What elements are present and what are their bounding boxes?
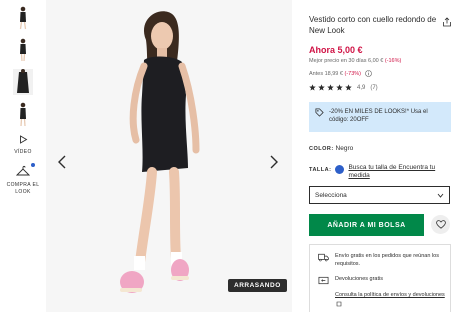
- model-thumbnail-icon: [20, 102, 26, 127]
- model-thumbnail-icon: [13, 69, 33, 95]
- chevron-right-icon: [270, 155, 278, 169]
- best-price-text: Mejor precio en 30 días 6,00 €: [309, 58, 385, 64]
- color-value: Negro: [335, 145, 354, 152]
- original-price-discount: (-73%): [344, 70, 361, 77]
- rating-value: 4,9: [357, 84, 366, 91]
- original-price-text: Antes 18,99 €: [309, 70, 345, 77]
- product-info-panel: Vestido corto con cuello redondo de New …: [309, 0, 475, 312]
- shipping-policy-text: Consulta la política de envíos y devoluc…: [335, 292, 445, 298]
- add-to-bag-button[interactable]: AÑADIR A MI BOLSA: [309, 214, 424, 236]
- model-thumbnail-icon: [20, 38, 26, 62]
- rating-summary[interactable]: 4,9 (7): [309, 84, 378, 91]
- chevron-down-icon: [437, 193, 444, 198]
- thumbnail-column: VÍDEO COMPRA EL LOOK: [0, 0, 44, 312]
- free-shipping-row: Envío gratis en los pedidos que reúnan l…: [318, 253, 443, 268]
- shipping-policy-link[interactable]: Consulta la política de envíos y devoluc…: [335, 291, 447, 309]
- thumbnail-4[interactable]: [10, 100, 36, 128]
- star-icon: [336, 84, 343, 91]
- truck-icon: [318, 253, 329, 262]
- heart-icon: [435, 220, 446, 229]
- current-price: Ahora 5,00 €: [309, 45, 363, 55]
- free-returns-text: Devoluciones gratis: [335, 276, 383, 282]
- best-price-discount: (-16%): [384, 58, 402, 64]
- share-icon: [443, 17, 451, 27]
- play-icon: [19, 134, 27, 144]
- star-icon: [345, 84, 352, 91]
- chevron-left-icon: [58, 155, 66, 169]
- size-row: TALLA: Busca tu talla de Encuentra tu me…: [309, 164, 438, 180]
- promo-text: -20% EN MILES DE LOOKS!* Usa el código: …: [329, 109, 428, 123]
- previous-image-button[interactable]: [54, 150, 70, 174]
- shop-look-button[interactable]: [10, 163, 36, 179]
- thumbnail-1[interactable]: [10, 4, 36, 32]
- delivery-info-box: Envío gratis en los pedidos que reúnan l…: [309, 244, 451, 312]
- product-main-image: ARRASANDO: [46, 0, 292, 312]
- promo-banner: -20% EN MILES DE LOOKS!* Usa el código: …: [309, 102, 451, 132]
- size-select-value: Selecciona: [315, 191, 347, 199]
- video-label: VÍDEO: [14, 149, 32, 155]
- share-button[interactable]: [442, 14, 452, 27]
- return-box-icon: [318, 276, 329, 285]
- trending-badge: ARRASANDO: [228, 279, 287, 292]
- star-icon: [318, 84, 325, 91]
- video-button[interactable]: [10, 132, 36, 146]
- info-icon[interactable]: [364, 70, 372, 77]
- color-line: COLOR: Negro: [309, 145, 353, 152]
- free-shipping-text: Envío gratis en los pedidos que reúnan l…: [335, 253, 439, 267]
- tag-icon: [315, 108, 324, 117]
- star-icon: [327, 84, 334, 91]
- rating-count: (7): [370, 84, 378, 91]
- new-indicator-dot: [31, 163, 35, 167]
- model-thumbnail-icon: [19, 6, 27, 30]
- model-photo: [46, 0, 292, 312]
- shop-look-label: COMPRA EL LOOK: [6, 182, 40, 195]
- save-for-later-button[interactable]: [431, 215, 450, 234]
- product-title: Vestido corto con cuello redondo de New …: [309, 15, 437, 35]
- hanger-icon: [16, 165, 30, 176]
- free-returns-row: Devoluciones gratis: [318, 276, 383, 285]
- thumbnail-2[interactable]: [10, 36, 36, 64]
- original-price-line: Antes 18,99 € (-73%): [309, 70, 372, 77]
- color-label: COLOR:: [309, 146, 334, 152]
- next-image-button[interactable]: [266, 150, 282, 174]
- external-link-icon: [336, 301, 342, 306]
- size-guide-link[interactable]: Busca tu talla de Encuentra tu medida: [348, 164, 438, 180]
- star-icon: [309, 84, 316, 91]
- size-label: TALLA:: [309, 167, 332, 173]
- size-select[interactable]: Selecciona: [309, 186, 450, 204]
- thumbnail-3[interactable]: [10, 68, 36, 96]
- best-price-line: Mejor precio en 30 días 6,00 € (-16%): [309, 58, 401, 64]
- size-guide-icon: [335, 165, 345, 174]
